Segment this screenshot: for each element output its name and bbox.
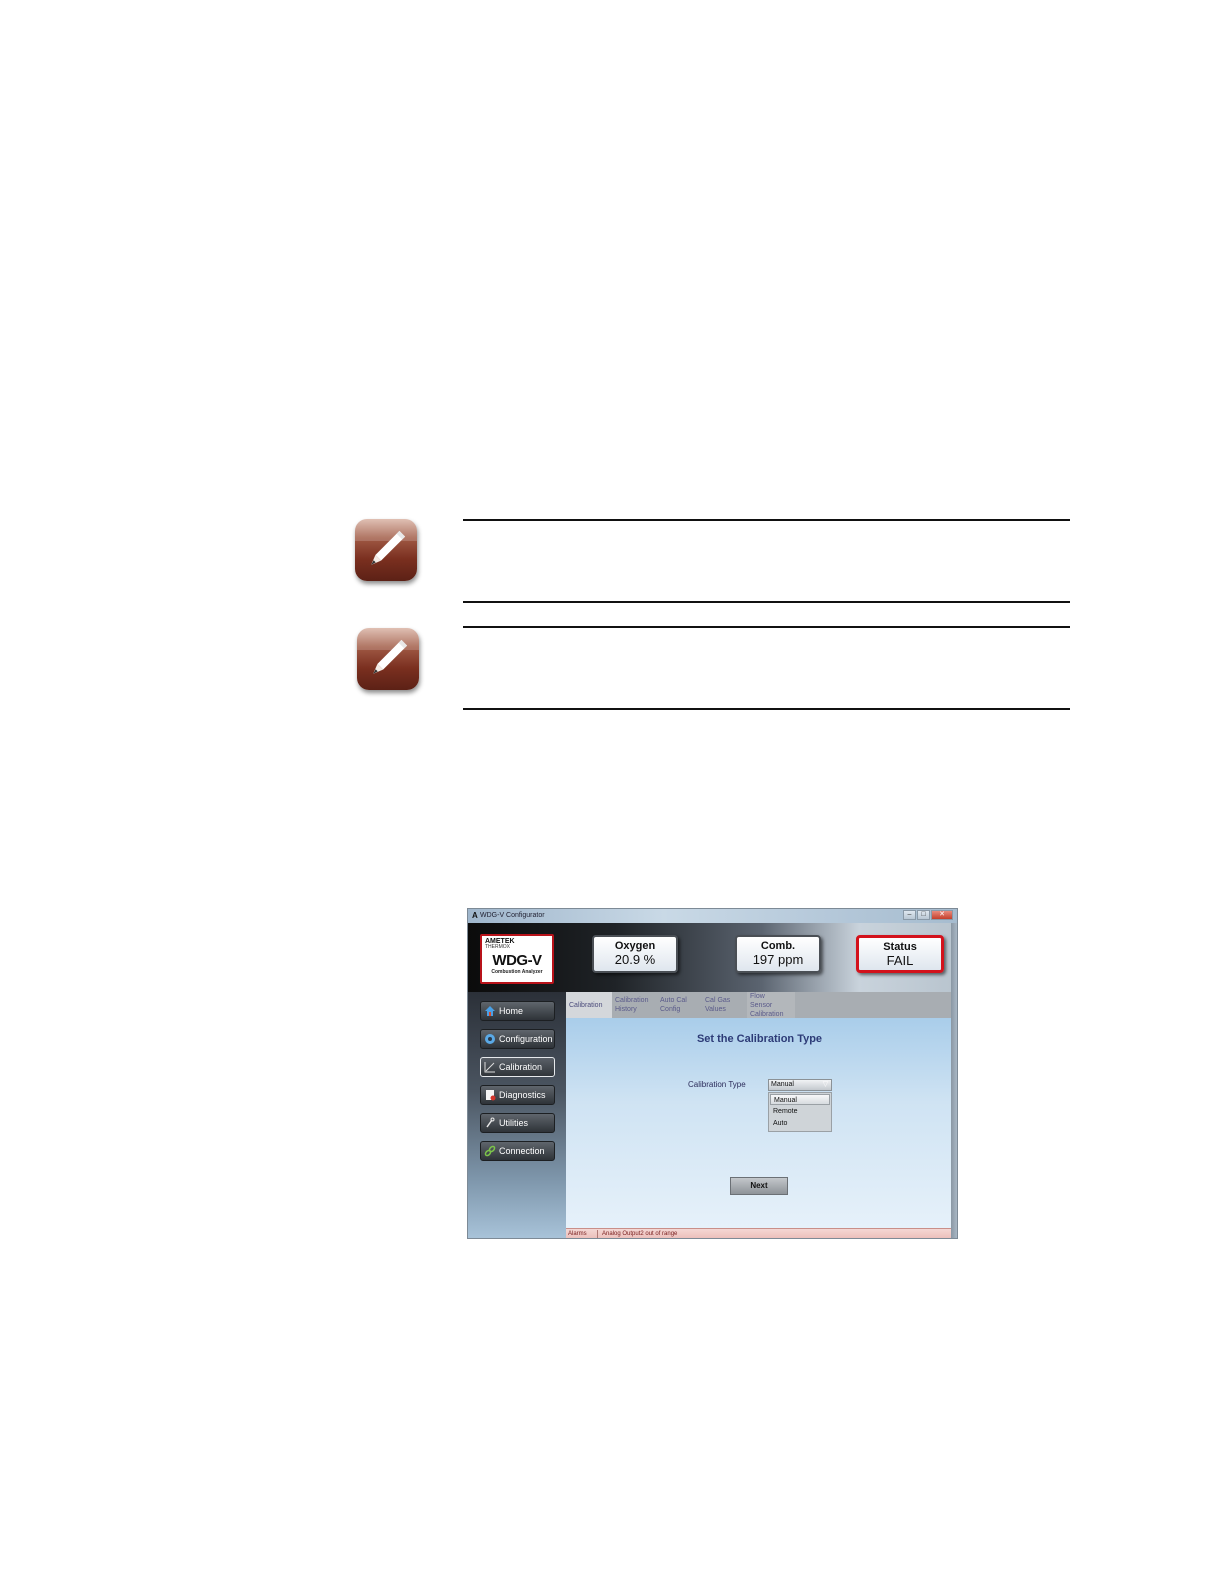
configurator-window: A WDG-V Configurator – □ ✕ AMETEK THERMO…: [467, 908, 958, 1239]
window-controls: – □ ✕: [902, 910, 953, 920]
sidebar-item-label: Calibration: [499, 1062, 543, 1072]
window-title: WDG-V Configurator: [480, 912, 545, 919]
diagnostics-icon: [486, 1090, 496, 1101]
alarm-message: Analog Output2 out of range: [602, 1231, 678, 1237]
tab-auto-cal-config[interactable]: Auto Cal Config: [657, 992, 702, 1018]
comb-value: 197 ppm: [752, 952, 804, 967]
oxygen-gauge: Oxygen 20.9 %: [592, 935, 678, 973]
sidebar-item-label: Connection: [499, 1146, 545, 1156]
pencil-note-icon: [357, 628, 419, 690]
sidebar-item-diagnostics[interactable]: Diagnostics: [480, 1085, 555, 1105]
sidebar-item-utilities[interactable]: Utilities: [480, 1113, 555, 1133]
pencil-note-icon: [355, 519, 417, 581]
app-header: AMETEK THERMOX WDG-V Combustion Analyzer…: [468, 923, 957, 992]
home-icon: [485, 1006, 495, 1016]
window-right-frame: [951, 923, 957, 1238]
chevron-down-icon: ▽: [822, 1081, 829, 1088]
note-rule-bottom: [463, 708, 1070, 710]
brand-subtitle: Combustion Analyzer: [491, 969, 543, 975]
calibration-type-select[interactable]: Manual ▽: [768, 1079, 832, 1091]
status-gauge: Status FAIL: [856, 935, 944, 973]
status-label: Status: [883, 941, 917, 953]
tab-label: Calibration: [615, 997, 649, 1004]
tab-label: Values: [705, 1006, 726, 1013]
tab-calibration[interactable]: Calibration: [566, 992, 612, 1018]
tab-label: Cal Gas: [705, 997, 731, 1004]
tab-label: History: [615, 1006, 637, 1013]
next-button[interactable]: Next: [730, 1177, 788, 1195]
sidebar-item-configuration[interactable]: Configuration: [480, 1029, 555, 1049]
tab-calibration-history[interactable]: Calibration History: [612, 992, 657, 1018]
option-auto[interactable]: Auto: [770, 1118, 830, 1129]
tab-flow-sensor-calibration[interactable]: Flow Sensor Calibration: [747, 992, 795, 1018]
sidebar-item-label: Diagnostics: [499, 1090, 546, 1100]
app-logo-icon: A: [472, 911, 478, 920]
tab-label: Flow: [750, 993, 765, 1000]
alarm-divider: [597, 1230, 598, 1238]
tab-label: Calibration: [750, 1011, 784, 1018]
minimize-button[interactable]: –: [903, 910, 916, 920]
sidebar-item-connection[interactable]: Connection: [480, 1141, 555, 1161]
brand-product: WDG-V: [492, 952, 542, 969]
tab-cal-gas-values[interactable]: Cal Gas Values: [702, 992, 747, 1018]
note-rule-bottom: [463, 601, 1070, 603]
sidebar-item-calibration[interactable]: Calibration: [480, 1057, 555, 1077]
window-titlebar: A WDG-V Configurator – □ ✕: [468, 909, 957, 923]
tab-bar: Calibration Calibration History Auto Cal…: [566, 992, 953, 1019]
connection-icon: [484, 1145, 496, 1157]
note-rule-top: [463, 626, 1070, 628]
brand-line2: THERMOX: [485, 944, 510, 950]
option-remote[interactable]: Remote: [770, 1106, 830, 1117]
sidebar-item-label: Configuration: [499, 1034, 553, 1044]
sidebar-item-label: Home: [499, 1006, 524, 1016]
calibration-icon: [484, 1062, 495, 1073]
option-manual[interactable]: Manual: [770, 1094, 830, 1105]
tab-label: Auto Cal: [660, 997, 687, 1004]
calibration-panel: Set the Calibration Type Calibration Typ…: [566, 1018, 953, 1228]
sidebar-item-home[interactable]: Home: [480, 1001, 555, 1021]
oxygen-value: 20.9 %: [614, 952, 656, 967]
status-value: FAIL: [886, 953, 914, 968]
calibration-type-options: Manual Remote Auto: [768, 1092, 832, 1132]
gear-icon: [485, 1034, 495, 1044]
tab-label: Sensor: [750, 1002, 773, 1009]
tab-label: Config: [660, 1006, 681, 1013]
sidebar-item-label: Utilities: [499, 1118, 529, 1128]
alarm-bar: Alarms Analog Output2 out of range: [566, 1228, 953, 1238]
note-rule-top: [463, 519, 1070, 521]
tab-label: Calibration: [569, 1002, 603, 1009]
maximize-button[interactable]: □: [917, 910, 930, 920]
panel-heading: Set the Calibration Type: [696, 1033, 823, 1045]
comb-gauge: Comb. 197 ppm: [735, 935, 821, 973]
utilities-icon: [486, 1117, 495, 1128]
sidebar: Home Configuration Calibration Diagnosti…: [468, 992, 566, 1238]
comb-label: Comb.: [760, 940, 796, 952]
select-value: Manual: [771, 1081, 794, 1088]
calibration-type-label: Calibration Type: [688, 1080, 746, 1089]
alarms-label: Alarms: [568, 1231, 587, 1237]
close-button[interactable]: ✕: [931, 910, 953, 920]
oxygen-label: Oxygen: [614, 940, 656, 952]
brand-logo: AMETEK THERMOX WDG-V Combustion Analyzer: [480, 934, 554, 984]
